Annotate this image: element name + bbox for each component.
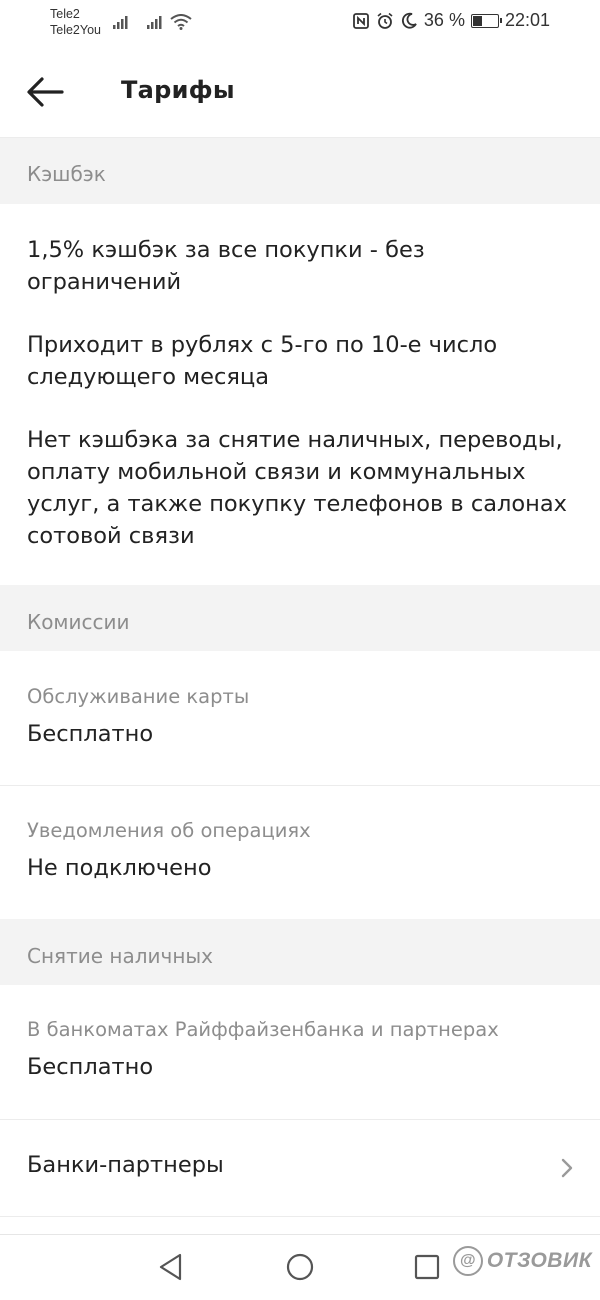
home-circle-icon[interactable] <box>285 1252 315 1282</box>
chevron-right-icon <box>561 1158 573 1178</box>
divider <box>0 1216 600 1217</box>
signal-icon <box>113 16 128 29</box>
section-header-commissions: Комиссии <box>0 585 600 651</box>
section-header-cashback: Кэшбэк <box>0 138 600 204</box>
watermark-text: ОТЗОВИК <box>486 1249 592 1272</box>
row-value: Бесплатно <box>27 1054 154 1080</box>
carrier-1: Tele2 <box>50 7 80 21</box>
row-label: Уведомления об операциях <box>27 819 311 842</box>
watermark-logo: @ ОТЗОВИК <box>452 1246 592 1276</box>
battery-level <box>472 15 483 26</box>
cashback-paragraph: Нет кэшбэка за снятие наличных, переводы… <box>27 427 567 549</box>
nfc-icon <box>353 12 369 29</box>
page-title: Тарифы <box>121 76 235 104</box>
list-item: Обслуживание карты Бесплатно <box>0 651 600 785</box>
list-item: В банкоматах Райффайзенбанка и партнерах… <box>0 985 600 1119</box>
carrier-names: Tele2 Tele2You <box>50 6 101 38</box>
signal-icon <box>147 16 162 29</box>
status-bar: Tele2 Tele2You 36 % 22:01 <box>0 0 600 46</box>
section-header-label: Комиссии <box>27 610 130 634</box>
moon-icon <box>401 12 417 28</box>
wifi-icon <box>170 14 192 30</box>
cashback-paragraph: Приходит в рублях с 5-го по 10-е число с… <box>27 332 498 390</box>
list-item: Уведомления об операциях Не подключено <box>0 786 600 919</box>
partner-banks-link[interactable]: Банки-партнеры <box>0 1120 600 1216</box>
section-header-label: Кэшбэк <box>27 162 106 186</box>
row-label: Обслуживание карты <box>27 685 250 708</box>
recents-square-icon[interactable] <box>412 1252 442 1282</box>
arrow-left-icon[interactable] <box>24 74 66 110</box>
row-label: В банкоматах Райффайзенбанка и партнерах <box>27 1018 499 1041</box>
cashback-paragraph: 1,5% кэшбэк за все покупки - без огранич… <box>27 237 425 295</box>
battery-percent: 36 % <box>423 10 465 30</box>
section-header-cash-withdrawal: Снятие наличных <box>0 919 600 985</box>
back-triangle-icon[interactable] <box>156 1252 186 1282</box>
row-value: Бесплатно <box>27 721 154 747</box>
section-header-label: Снятие наличных <box>27 944 214 968</box>
battery-icon <box>470 13 502 28</box>
carrier-2: Tele2You <box>50 23 101 37</box>
app-bar: Тарифы <box>0 46 600 138</box>
alarm-icon <box>377 12 393 29</box>
status-right: 36 % 22:01 <box>352 10 550 31</box>
partner-banks-label: Банки-партнеры <box>27 1152 224 1178</box>
row-value: Не подключено <box>27 855 212 881</box>
watermark-badge: @ <box>452 1246 483 1276</box>
clock: 22:01 <box>504 10 550 30</box>
